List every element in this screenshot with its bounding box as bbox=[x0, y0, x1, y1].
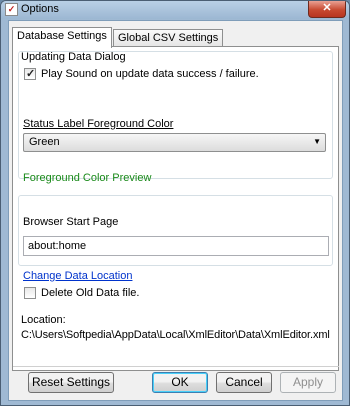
color-select-value: Green bbox=[29, 136, 60, 148]
location-path: C:\Users\Softpedia\AppData\Local\XmlEdit… bbox=[21, 329, 330, 341]
browser-start-page-field[interactable] bbox=[23, 236, 329, 256]
dialog-client-area: Database Settings Global CSV Settings Up… bbox=[8, 20, 343, 401]
window-title: Options bbox=[21, 3, 59, 15]
updating-data-heading: Updating Data Dialog bbox=[21, 51, 126, 63]
change-data-location-link[interactable]: Change Data Location bbox=[23, 270, 132, 282]
chevron-down-icon: ▼ bbox=[313, 137, 321, 146]
checkmark-icon: ✓ bbox=[26, 68, 36, 80]
app-icon: ✓ bbox=[5, 3, 18, 16]
cancel-button[interactable]: Cancel bbox=[216, 372, 272, 393]
foreground-color-preview: Foreground Color Preview bbox=[23, 172, 152, 184]
footer-divider bbox=[13, 366, 339, 367]
play-sound-checkbox[interactable]: ✓ bbox=[24, 68, 36, 80]
location-label: Location: bbox=[21, 314, 66, 326]
close-button[interactable]: ✕ bbox=[308, 1, 346, 18]
status-label-color-heading: Status Label Foreground Color bbox=[23, 118, 174, 130]
tab-panel-database-settings: Updating Data Dialog ✓ Play Sound on upd… bbox=[12, 46, 339, 371]
browser-start-heading: Browser Start Page bbox=[23, 216, 119, 228]
title-bar[interactable]: ✓ Options ✕ bbox=[1, 1, 349, 19]
delete-old-data-label: Delete Old Data file. bbox=[41, 287, 140, 299]
tab-database-settings[interactable]: Database Settings bbox=[12, 27, 112, 48]
tab-global-csv-settings[interactable]: Global CSV Settings bbox=[113, 29, 224, 47]
options-window: ✓ Options ✕ Database Settings Global CSV… bbox=[0, 0, 350, 406]
browser-start-page-input[interactable] bbox=[24, 237, 328, 255]
reset-settings-button[interactable]: Reset Settings bbox=[28, 372, 114, 393]
ok-button[interactable]: OK bbox=[152, 372, 208, 393]
delete-old-data-checkbox[interactable] bbox=[24, 287, 36, 299]
foreground-color-select[interactable]: Green ▼ bbox=[23, 133, 326, 152]
apply-button[interactable]: Apply bbox=[280, 372, 336, 393]
play-sound-label: Play Sound on update data success / fail… bbox=[41, 68, 259, 80]
